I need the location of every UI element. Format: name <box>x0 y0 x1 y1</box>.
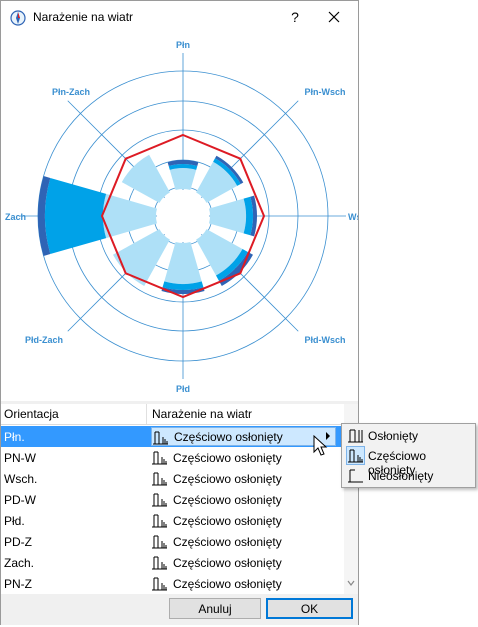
menu-item-exposed[interactable]: Nieosłonięty <box>344 466 473 486</box>
exposure-value: Częściowo osłonięty <box>173 514 282 528</box>
orientation-table: Orientacja Narażenie na wiatr Płn. Częśc… <box>1 404 358 594</box>
table-header: Orientacja Narażenie na wiatr <box>1 404 344 425</box>
orientation-cell: PD-W <box>4 493 36 507</box>
exposure-cell[interactable]: Częściowo osłonięty <box>151 469 336 488</box>
orientation-cell: Płn. <box>4 430 25 444</box>
partially-sheltered-icon <box>152 472 167 486</box>
label-north-west: Płn-Zach <box>52 87 90 97</box>
partially-sheltered-icon <box>152 556 167 570</box>
exposure-value: Częściowo osłonięty <box>173 472 282 486</box>
label-north: Płn <box>176 40 190 50</box>
title-bar: Narażenie na wiatr ? <box>1 1 358 33</box>
exposure-value: Częściowo osłonięty <box>173 451 282 465</box>
window-title: Narażenie na wiatr <box>33 10 134 24</box>
orientation-cell: PN-W <box>4 451 36 465</box>
menu-item-label: Osłonięty <box>368 429 419 443</box>
exposure-dropdown[interactable]: Częściowo osłonięty <box>151 427 336 446</box>
wind-exposure-dialog: Narażenie na wiatr ? Płn Płn-Wsch Wsch P… <box>0 0 372 625</box>
table-row[interactable]: PD-Z Częściowo osłonięty <box>1 531 344 552</box>
sector-light <box>169 168 197 190</box>
sector-mid <box>44 178 107 254</box>
wind-sectors <box>37 154 257 295</box>
label-east: Wsch <box>348 212 358 222</box>
cancel-button[interactable]: Anuluj <box>169 598 261 619</box>
label-south-west: Płd-Zach <box>25 335 63 345</box>
menu-item-partially-sheltered[interactable]: Częściowo osłonięty <box>344 446 473 477</box>
sector-light <box>102 193 157 239</box>
exposure-value: Częściowo osłonięty <box>173 535 282 549</box>
table-row[interactable]: PN-W Częściowo osłonięty <box>1 447 344 468</box>
label-south-east: Płd-Wsch <box>304 335 345 345</box>
table-row[interactable]: Zach. Częściowo osłonięty <box>1 552 344 573</box>
wind-rose-app-icon <box>10 10 26 26</box>
table-row[interactable]: PD-W Częściowo osłonięty <box>1 489 344 510</box>
label-south: Płd <box>176 384 190 394</box>
column-header-exposure[interactable]: Narażenie na wiatr <box>152 407 252 421</box>
scroll-down-icon[interactable] <box>347 579 355 587</box>
exposure-cell[interactable]: Częściowo osłonięty <box>151 553 336 572</box>
column-divider[interactable] <box>146 404 147 424</box>
exposure-cell[interactable]: Częściowo osłonięty <box>151 490 336 509</box>
exposure-value: Częściowo osłonięty <box>174 430 283 444</box>
partially-sheltered-icon <box>152 577 167 591</box>
partially-sheltered-icon <box>153 431 168 445</box>
exposure-cell[interactable]: Częściowo osłonięty <box>151 511 336 530</box>
table-row[interactable]: Wsch. Częściowo osłonięty <box>1 468 344 489</box>
orientation-cell: Wsch. <box>4 472 38 486</box>
table-row[interactable]: Płn. Częściowo osłonięty <box>1 426 344 447</box>
exposure-cell[interactable]: Częściowo osłonięty <box>151 574 336 593</box>
mouse-pointer-icon <box>313 435 328 456</box>
orientation-cell: PD-Z <box>4 535 32 549</box>
exposure-value: Częściowo osłonięty <box>173 556 282 570</box>
ok-button[interactable]: OK <box>266 598 353 619</box>
partially-sheltered-icon <box>346 446 365 465</box>
table-row[interactable]: Płd. Częściowo osłonięty <box>1 510 344 531</box>
exposure-dropdown-menu: Osłonięty Częściowo osłonięty Nieosłonię… <box>341 423 476 488</box>
help-button[interactable]: ? <box>282 6 308 28</box>
sector-light <box>209 198 247 234</box>
label-north-east: Płn-Wsch <box>304 87 345 97</box>
label-west: Zach <box>5 212 26 222</box>
dialog-footer: Anuluj OK <box>1 594 358 625</box>
table-row[interactable]: PN-Z Częściowo osłonięty <box>1 573 344 594</box>
close-icon[interactable] <box>319 6 349 28</box>
partially-sheltered-icon <box>152 493 167 507</box>
orientation-cell: Płd. <box>4 514 25 528</box>
partially-sheltered-icon <box>152 535 167 549</box>
partially-sheltered-icon <box>152 451 167 465</box>
column-header-orientation[interactable]: Orientacja <box>4 407 59 421</box>
orientation-cell: Zach. <box>4 556 35 570</box>
sheltered-icon <box>348 429 363 443</box>
wind-rose-svg: Płn Płn-Wsch Wsch Płd-Wsch Płd Płd-Zach … <box>5 40 372 394</box>
exposed-icon <box>348 469 363 483</box>
menu-item-label: Nieosłonięty <box>368 469 434 483</box>
orientation-cell: PN-Z <box>4 577 32 591</box>
center-hole <box>157 190 209 242</box>
menu-item-sheltered[interactable]: Osłonięty <box>344 426 473 446</box>
sector-light <box>164 242 202 285</box>
exposure-cell[interactable]: Częściowo osłonięty <box>151 448 336 467</box>
partially-sheltered-icon <box>152 514 167 528</box>
exposure-value: Częściowo osłonięty <box>173 493 282 507</box>
exposure-value: Częściowo osłonięty <box>173 577 282 591</box>
wind-rose-chart: Płn Płn-Wsch Wsch Płd-Wsch Płd Płd-Zach … <box>1 33 372 401</box>
exposure-cell[interactable]: Częściowo osłonięty <box>151 532 336 551</box>
